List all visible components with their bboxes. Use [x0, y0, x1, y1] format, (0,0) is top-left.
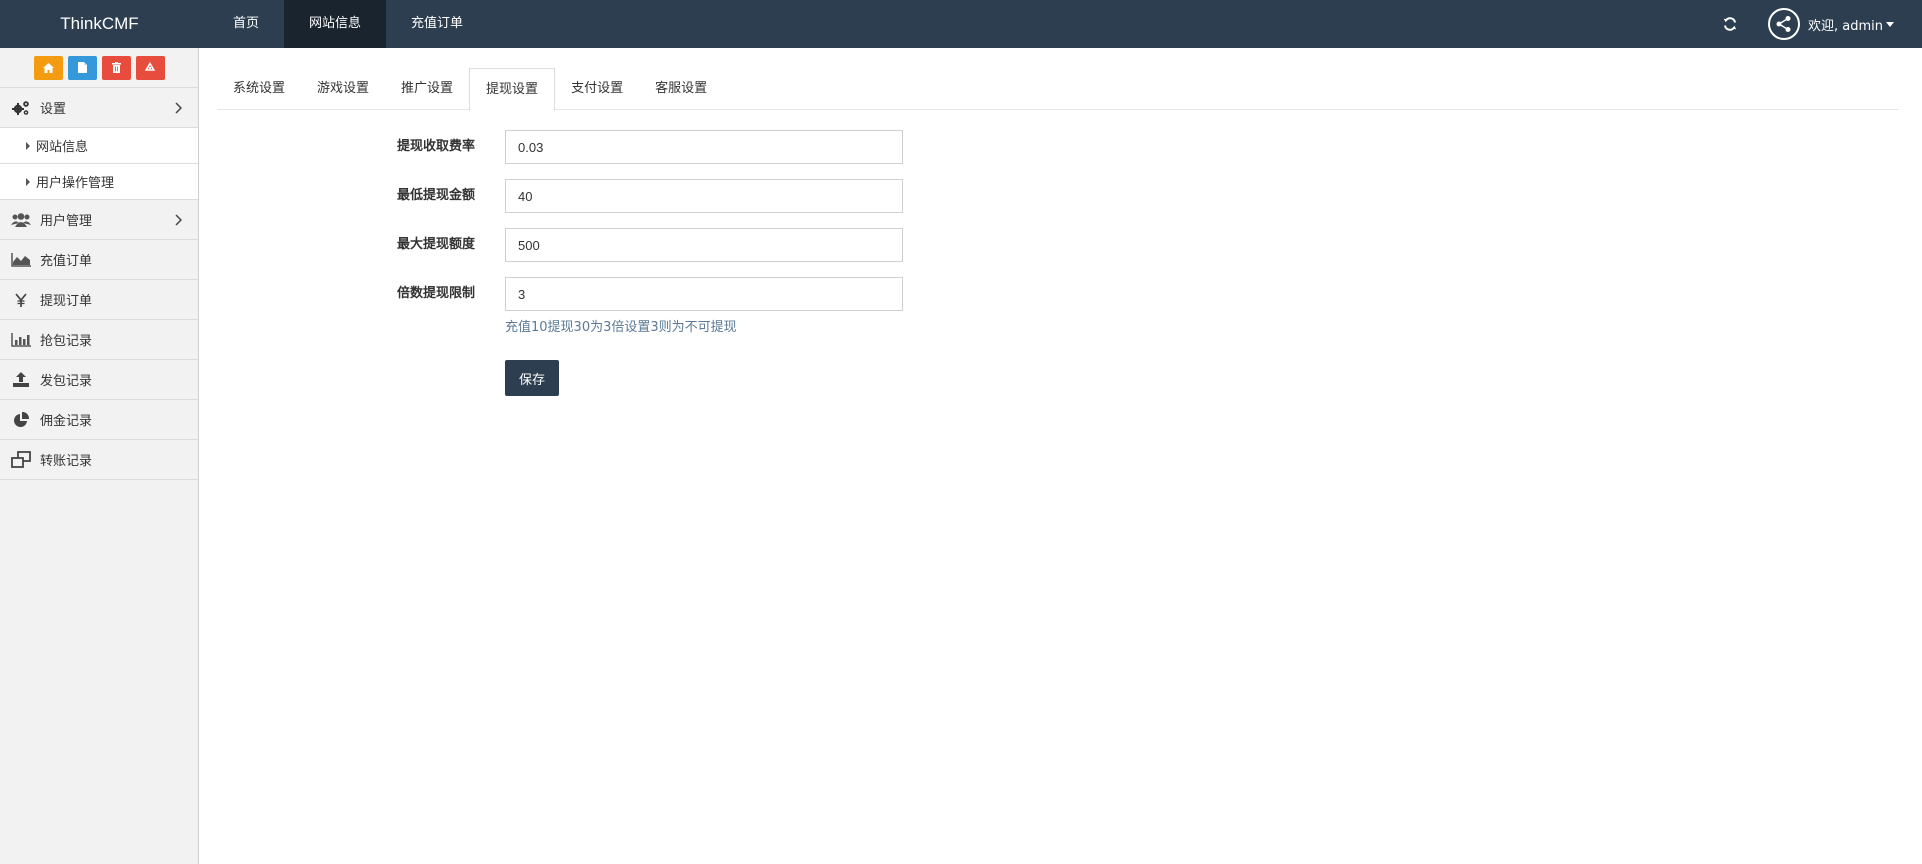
main-content: 系统设置 游戏设置 推广设置 提现设置 支付设置 客服设置 提现收取费率 最低提… — [200, 48, 1922, 864]
recycle-icon[interactable] — [135, 55, 165, 80]
sidebar-item-users[interactable]: 用户管理 — [0, 200, 198, 240]
sidebar: 设置 网站信息 用户操作管理 用户管理 充值订单 提现订单 抢包记录 发包记录 … — [0, 48, 199, 864]
welcome-text: 欢迎, admin — [1808, 18, 1883, 34]
multiple-limit-help: 充值10提现30为3倍设置3则为不可提现 — [505, 320, 737, 335]
gears-icon — [11, 98, 31, 118]
form-row-fee-rate: 提现收取费率 — [200, 130, 1000, 164]
sidebar-item-label: 抢包记录 — [40, 334, 93, 349]
form-row-max-amount: 最大提现额度 — [200, 228, 1000, 262]
sidebar-item-withdraw-orders[interactable]: 提现订单 — [0, 280, 198, 320]
topnav-recharge-orders[interactable]: 充值订单 — [386, 0, 488, 48]
top-right: 欢迎, admin — [1720, 0, 1922, 48]
topnav-home[interactable]: 首页 — [208, 0, 284, 48]
brand-logo[interactable]: ThinkCMF — [0, 0, 199, 48]
sidebar-item-label: 设置 — [40, 102, 67, 117]
clone-icon — [11, 450, 31, 470]
users-icon — [11, 210, 31, 230]
top-bar: ThinkCMF 首页 网站信息 充值订单 欢迎, admin — [0, 0, 1922, 48]
sidebar-item-transfer-records[interactable]: 转账记录 — [0, 440, 198, 480]
tab-withdraw-settings[interactable]: 提现设置 — [469, 68, 556, 111]
min-amount-label: 最低提现金额 — [396, 188, 475, 203]
tab-system-settings[interactable]: 系统设置 — [217, 68, 301, 110]
form-row-multiple-limit: 倍数提现限制 — [200, 277, 1000, 311]
tab-promotion-settings[interactable]: 推广设置 — [385, 68, 469, 110]
topnav-site-info[interactable]: 网站信息 — [284, 0, 387, 48]
caret-right-icon — [26, 141, 30, 150]
trash-icon[interactable] — [101, 55, 131, 80]
caret-right-icon — [26, 177, 30, 186]
home-icon[interactable] — [33, 55, 63, 80]
sidebar-subitem-label: 用户操作管理 — [36, 176, 115, 191]
min-amount-input[interactable] — [505, 179, 903, 213]
avatar[interactable] — [1768, 8, 1800, 40]
tab-game-settings[interactable]: 游戏设置 — [301, 68, 385, 110]
sidebar-subitem-user-operations[interactable]: 用户操作管理 — [0, 164, 198, 200]
tab-payment-settings[interactable]: 支付设置 — [555, 68, 639, 110]
sidebar-subitem-site-info[interactable]: 网站信息 — [0, 128, 198, 164]
max-amount-input[interactable] — [505, 228, 903, 262]
yen-icon — [11, 290, 31, 310]
sidebar-item-label: 发包记录 — [40, 374, 93, 389]
sidebar-item-commission-records[interactable]: 佣金记录 — [0, 400, 198, 440]
upload-icon — [11, 370, 31, 390]
sidebar-item-label: 用户管理 — [40, 214, 93, 229]
multiple-limit-input[interactable] — [505, 277, 903, 311]
sidebar-item-grab-records[interactable]: 抢包记录 — [0, 320, 198, 360]
sidebar-item-label: 转账记录 — [40, 454, 93, 469]
fee-rate-label: 提现收取费率 — [396, 139, 475, 154]
tab-service-settings[interactable]: 客服设置 — [639, 68, 723, 110]
sidebar-item-label: 佣金记录 — [40, 414, 93, 429]
save-button[interactable]: 保存 — [505, 360, 559, 396]
refresh-icon[interactable] — [1720, 14, 1740, 34]
bar-chart-icon — [11, 330, 31, 350]
sidebar-subitem-label: 网站信息 — [36, 140, 89, 155]
settings-tabs: 系统设置 游戏设置 推广设置 提现设置 支付设置 客服设置 — [217, 68, 1899, 111]
chevron-right-icon — [175, 214, 183, 230]
pie-chart-icon — [11, 410, 31, 430]
sidebar-item-label: 充值订单 — [40, 254, 93, 269]
fee-rate-input[interactable] — [505, 130, 903, 164]
caret-down-icon — [1886, 21, 1894, 27]
multiple-limit-label: 倍数提现限制 — [396, 286, 475, 301]
sidebar-item-recharge-orders[interactable]: 充值订单 — [0, 240, 198, 280]
area-chart-icon — [11, 250, 31, 270]
sidebar-item-settings[interactable]: 设置 — [0, 88, 198, 128]
sidebar-item-label: 提现订单 — [40, 294, 93, 309]
top-nav: 首页 网站信息 充值订单 — [208, 0, 488, 48]
chevron-right-icon — [175, 102, 183, 118]
form-row-min-amount: 最低提现金额 — [200, 179, 1000, 213]
user-menu[interactable]: 欢迎, admin — [1808, 15, 1894, 34]
sidebar-item-send-records[interactable]: 发包记录 — [0, 360, 198, 400]
max-amount-label: 最大提现额度 — [396, 237, 475, 252]
shortcut-bar — [0, 48, 198, 88]
document-icon[interactable] — [67, 55, 97, 80]
